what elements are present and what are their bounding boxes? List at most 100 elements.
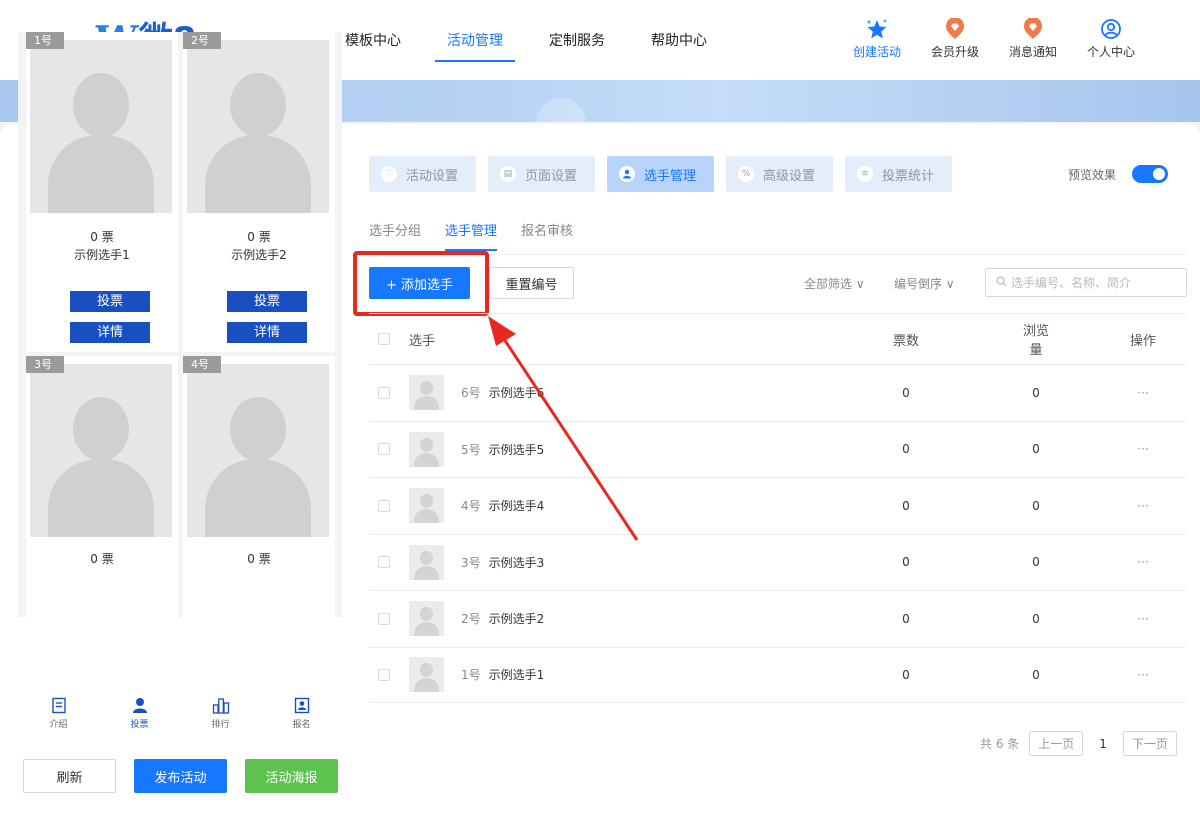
player-photo-placeholder	[30, 40, 172, 213]
player-votes: 0 票	[247, 552, 271, 566]
row-checkbox[interactable]	[378, 443, 390, 456]
diamond-badge-icon	[944, 18, 966, 40]
sort-order-dropdown[interactable]: 编号倒序 ∨	[894, 275, 955, 292]
player-name[interactable]: 示例选手1	[489, 666, 545, 683]
more-options-icon[interactable]: ···	[1123, 668, 1163, 682]
player-photo-placeholder	[187, 40, 329, 213]
tab-page-settings[interactable]: ▤ 页面设置	[488, 156, 595, 192]
more-options-icon[interactable]: ···	[1123, 499, 1163, 513]
subtab-player-groups[interactable]: 选手分组	[369, 220, 421, 251]
tab-vote-statistics[interactable]: ≡ 投票统计	[845, 156, 952, 192]
vote-button[interactable]: 投票	[227, 291, 307, 312]
nav-help-center[interactable]: 帮助中心	[628, 0, 730, 80]
player-name[interactable]: 示例选手3	[489, 554, 545, 571]
row-checkbox[interactable]	[378, 499, 390, 512]
player-name[interactable]: 示例选手5	[489, 441, 545, 458]
page-icon: ▤	[500, 166, 516, 182]
vote-count: 0	[902, 498, 910, 513]
current-page[interactable]: 1	[1099, 737, 1107, 751]
player-name[interactable]: 示例选手4	[489, 497, 545, 514]
stats-icon: ≡	[857, 166, 873, 182]
player-number: 6号	[461, 386, 481, 401]
view-count: 0	[1032, 555, 1040, 570]
member-upgrade-button[interactable]: 会员升级	[916, 18, 994, 60]
settings-tabs: ♡ 活动设置 ▤ 页面设置 选手管理 % 高级设置 ≡ 投票统计	[369, 156, 952, 192]
player-number: 2号	[461, 612, 481, 627]
row-checkbox[interactable]	[378, 556, 390, 569]
player-name: 示例选手2	[231, 248, 287, 262]
activity-poster-button[interactable]: 活动海报	[245, 759, 338, 793]
player-number-badge: 2号	[183, 32, 221, 49]
personal-center-button[interactable]: 个人中心	[1072, 18, 1150, 60]
add-player-button[interactable]: + 添加选手	[369, 267, 470, 299]
filter-all-dropdown[interactable]: 全部筛选 ∨	[804, 275, 865, 292]
player-avatar	[409, 544, 444, 580]
reset-numbering-button[interactable]: 重置编号	[489, 267, 574, 299]
player-cell: 4号 示例选手4	[409, 488, 545, 524]
nav-custom-service[interactable]: 定制服务	[526, 0, 628, 80]
preview-tab-vote[interactable]: 投票	[99, 690, 180, 736]
publish-activity-button[interactable]: 发布活动	[134, 759, 227, 793]
vote-count: 0	[902, 667, 910, 682]
row-checkbox[interactable]	[378, 668, 390, 681]
mobile-preview: 1号 0 票 示例选手1 投票 详情 2号 0 票 示例选手2 投票 详情 3号…	[18, 32, 342, 617]
bar-chart-icon	[212, 697, 230, 715]
vote-count: 0	[902, 442, 910, 457]
more-options-icon[interactable]: ···	[1123, 555, 1163, 569]
percent-icon: %	[738, 166, 754, 182]
notifications-button[interactable]: 消息通知	[994, 18, 1072, 60]
person-icon	[132, 697, 148, 715]
next-page-button[interactable]: 下一页	[1122, 731, 1177, 756]
row-checkbox[interactable]	[378, 386, 390, 399]
detail-button[interactable]: 详情	[70, 322, 150, 343]
preview-tab-label: 介绍	[49, 719, 68, 730]
more-options-icon[interactable]: ···	[1123, 612, 1163, 626]
player-number-badge: 3号	[26, 356, 64, 373]
table-row: 2号 示例选手2 0 0 ···	[369, 590, 1186, 647]
tab-advanced-settings[interactable]: % 高级设置	[726, 156, 833, 192]
tab-label: 活动设置	[406, 168, 459, 184]
subtab-player-management[interactable]: 选手管理	[445, 220, 498, 251]
player-name: 示例选手1	[74, 248, 130, 262]
preview-tab-ranking[interactable]: 排行	[180, 690, 261, 736]
refresh-button[interactable]: 刷新	[23, 759, 116, 793]
player-cell: 3号 示例选手3	[409, 544, 545, 580]
personal-center-label: 个人中心	[1086, 45, 1135, 59]
table-row: 5号 示例选手5 0 0 ···	[369, 420, 1186, 478]
nav-activity-management[interactable]: 活动管理	[424, 0, 526, 80]
star-sparkle-icon	[865, 18, 889, 40]
preview-tab-signup[interactable]: 报名	[261, 690, 342, 736]
preview-card: 2号 0 票 示例选手2 投票 详情	[183, 32, 335, 352]
more-options-icon[interactable]: ···	[1123, 442, 1163, 456]
player-photo-placeholder	[30, 364, 172, 537]
create-activity-button[interactable]: 创建活动	[838, 18, 916, 60]
search-input[interactable]	[1011, 275, 1181, 290]
search-icon	[996, 275, 1007, 290]
select-all-checkbox[interactable]	[378, 333, 390, 345]
view-count: 0	[1032, 667, 1040, 682]
preview-tab-intro[interactable]: 介绍	[18, 690, 99, 736]
preview-tabbar: 介绍 投票 排行 报名	[18, 690, 342, 736]
preview-switch[interactable]	[1132, 165, 1169, 183]
tab-label: 页面设置	[525, 168, 578, 184]
player-avatar	[409, 431, 444, 467]
row-checkbox[interactable]	[378, 612, 390, 625]
member-upgrade-label: 会员升级	[930, 45, 979, 59]
prev-page-button[interactable]: 上一页	[1029, 731, 1084, 756]
header-views: 浏览量	[1022, 324, 1049, 358]
preview-card: 1号 0 票 示例选手1 投票 详情	[26, 32, 178, 352]
player-name[interactable]: 示例选手2	[489, 610, 545, 627]
nav-actions: 创建活动 会员升级 消息通知 个人中心	[838, 18, 1150, 60]
subtab-signup-review[interactable]: 报名审核	[521, 220, 573, 251]
more-options-icon[interactable]: ···	[1123, 386, 1163, 400]
id-card-icon	[294, 697, 310, 715]
player-cell: 5号 示例选手5	[409, 431, 545, 467]
tab-player-management[interactable]: 选手管理	[607, 156, 714, 192]
bell-badge-icon	[1022, 18, 1044, 40]
vote-button[interactable]: 投票	[70, 291, 150, 312]
player-name[interactable]: 示例选手6	[489, 384, 545, 401]
detail-button[interactable]: 详情	[227, 322, 307, 343]
tab-activity-settings[interactable]: ♡ 活动设置	[369, 156, 476, 192]
document-icon	[51, 697, 67, 715]
view-count: 0	[1032, 611, 1040, 626]
